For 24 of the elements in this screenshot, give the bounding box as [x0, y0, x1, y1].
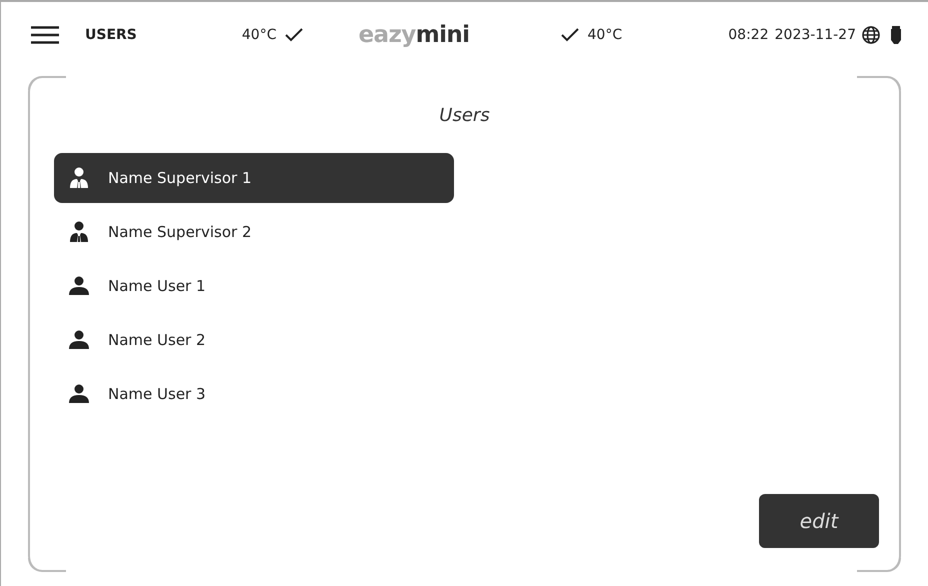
date-text: 2023-11-27: [774, 26, 856, 44]
supervisor-icon: [69, 167, 89, 189]
check-icon: [560, 27, 580, 43]
edit-button[interactable]: edit: [759, 494, 879, 548]
user-list-item[interactable]: Name User 2: [54, 315, 454, 365]
globe-icon[interactable]: [862, 26, 880, 44]
user-icon: [69, 276, 89, 296]
user-list-item[interactable]: Name User 3: [54, 369, 454, 419]
temperature-reading: 40°C: [588, 26, 622, 44]
user-list-item[interactable]: Name Supervisor 2: [54, 207, 454, 257]
logo-light-text: eazy: [358, 20, 416, 50]
user-icon: [69, 384, 89, 404]
supervisor-icon: [69, 221, 89, 243]
check-icon: [284, 27, 304, 43]
clock-time: 08:22: [728, 26, 769, 44]
user-icon: [69, 330, 89, 350]
panel-title: Users: [439, 104, 490, 128]
logo-bold-text: mini: [416, 20, 470, 50]
user-list-item[interactable]: Name Supervisor 1: [54, 153, 454, 203]
menu-icon[interactable]: [31, 26, 59, 44]
screen-title: USERS: [85, 26, 137, 44]
user-list-item[interactable]: Name User 1: [54, 261, 454, 311]
temperature-reading: 40°C: [242, 26, 276, 44]
plug-icon: [890, 25, 902, 45]
